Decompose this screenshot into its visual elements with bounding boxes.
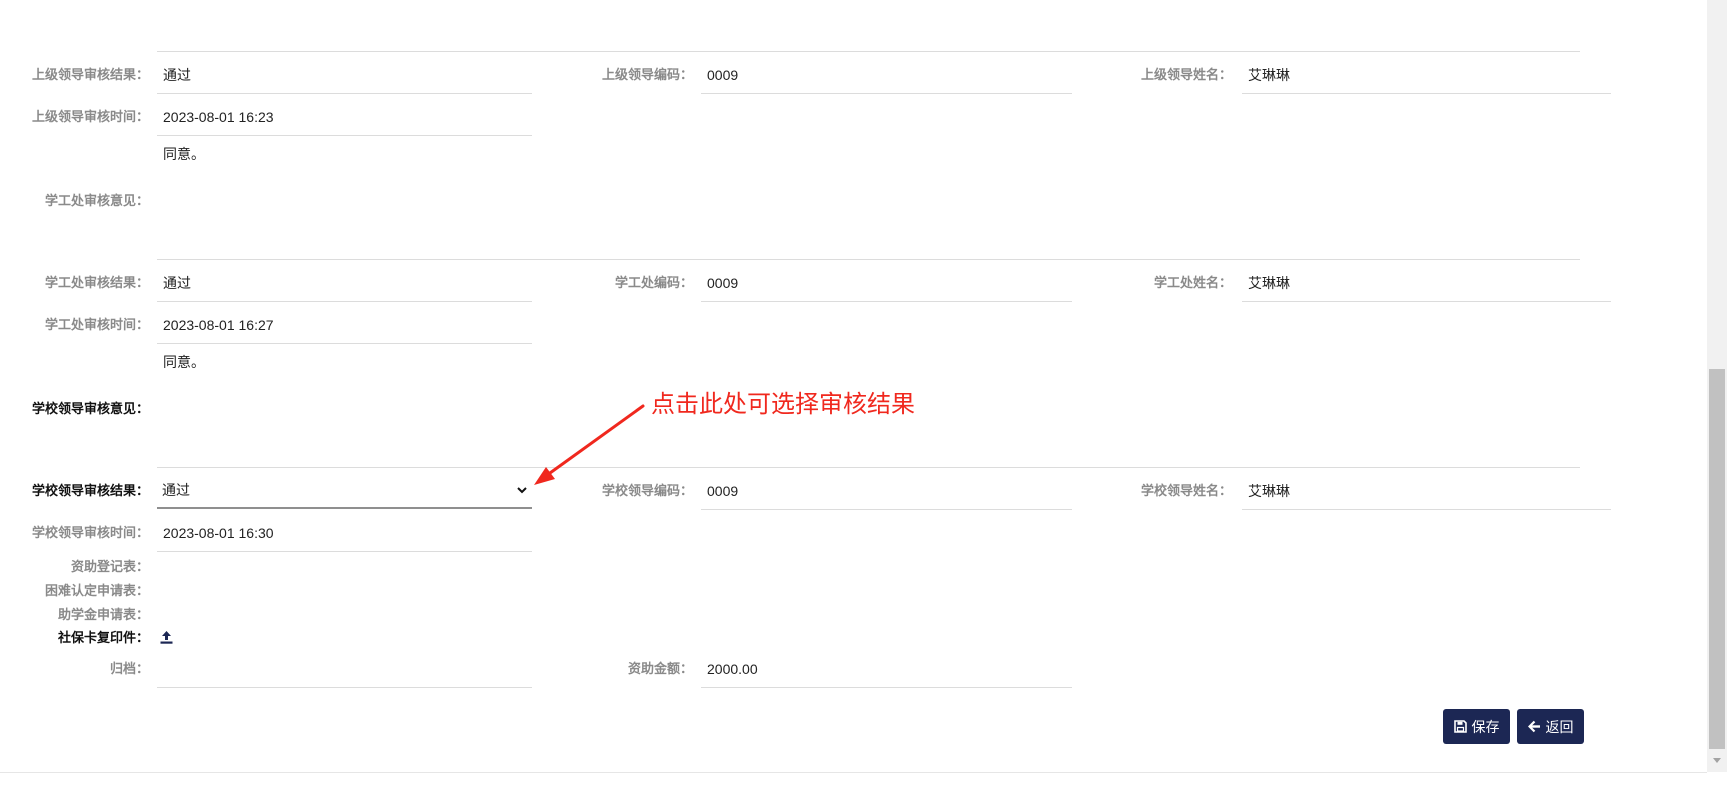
student-affairs-opinion-textarea[interactable]: 同意。 — [157, 139, 1580, 260]
textarea-divider — [157, 51, 1580, 52]
school-leader-time-label: 学校领导审核时间： — [31, 525, 149, 540]
scroll-down-arrow-icon[interactable] — [1710, 755, 1724, 767]
save-button-label: 保存 — [1471, 718, 1500, 735]
student-affairs-code-label: 学工处编码： — [614, 275, 693, 290]
aid-registration-label: 资助登记表： — [70, 559, 149, 574]
aid-amount-label: 资助金额： — [627, 661, 693, 676]
superior-time-field[interactable]: 2023-08-01 16:23 — [157, 98, 532, 136]
hardship-application-label: 困难认定申请表： — [44, 583, 149, 598]
student-affairs-result-label: 学工处审核结果： — [44, 275, 149, 290]
arrow-left-icon — [1527, 720, 1540, 733]
student-affairs-time-field[interactable]: 2023-08-01 16:27 — [157, 306, 532, 344]
upload-icon[interactable] — [159, 630, 174, 645]
superior-result-label: 上级领导审核结果： — [31, 67, 149, 82]
superior-name-label: 上级领导姓名： — [1140, 67, 1232, 82]
aid-amount-field[interactable]: 2000.00 — [701, 650, 1072, 688]
student-affairs-opinion-label: 学工处审核意见： — [44, 193, 149, 208]
school-leader-name-field[interactable]: 艾琳琳 — [1242, 472, 1611, 510]
student-affairs-name-field[interactable]: 艾琳琳 — [1242, 264, 1611, 302]
back-button-label: 返回 — [1545, 718, 1574, 735]
archive-label: 归档： — [109, 661, 149, 676]
scrollbar-thumb[interactable] — [1709, 369, 1725, 749]
social-security-card-label: 社保卡复印件： — [57, 630, 149, 645]
student-affairs-time-label: 学工处审核时间： — [44, 317, 149, 332]
school-leader-name-label: 学校领导姓名： — [1140, 483, 1232, 498]
superior-name-field[interactable]: 艾琳琳 — [1242, 56, 1611, 94]
school-leader-result-label: 学校领导审核结果： — [31, 483, 149, 498]
back-button[interactable]: 返回 — [1517, 709, 1584, 744]
select-value: 通过 — [162, 482, 190, 498]
bottom-divider — [0, 772, 1707, 773]
school-leader-opinion-label: 学校领导审核意见： — [31, 401, 149, 416]
save-button[interactable]: 保存 — [1443, 709, 1510, 744]
superior-code-label: 上级领导编码： — [601, 67, 693, 82]
school-leader-code-label: 学校领导编码： — [601, 483, 693, 498]
grant-application-label: 助学金申请表： — [57, 607, 149, 622]
superior-time-label: 上级领导审核时间： — [31, 109, 149, 124]
annotation-text: 点击此处可选择审核结果 — [651, 391, 915, 418]
save-icon — [1453, 720, 1467, 733]
student-affairs-name-label: 学工处姓名： — [1153, 275, 1232, 290]
school-leader-time-field[interactable]: 2023-08-01 16:30 — [157, 514, 532, 552]
